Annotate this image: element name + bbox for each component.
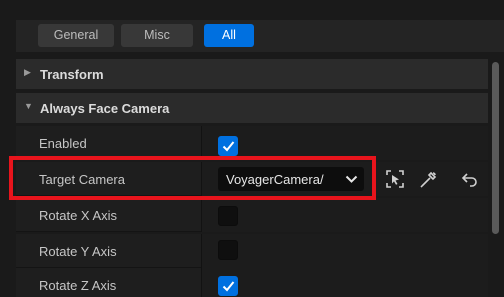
section-transform-header[interactable]: ▶ Transform — [16, 59, 488, 89]
property-row-rotate-y: Rotate Y Axis — [16, 234, 488, 268]
property-value-cell — [202, 268, 488, 297]
property-value-cell — [202, 198, 488, 232]
triangle-right-icon: ▶ — [24, 67, 31, 77]
tab-general[interactable]: General — [38, 24, 114, 47]
filter-tab-bar: General Misc All — [16, 20, 504, 52]
rotate-x-checkbox[interactable] — [218, 206, 238, 226]
reset-arrow-icon[interactable] — [460, 169, 482, 191]
tab-all[interactable]: All — [204, 24, 254, 47]
pick-target-icon[interactable] — [384, 168, 406, 190]
triangle-down-icon: ▼ — [24, 101, 33, 111]
highlight-box — [9, 156, 376, 200]
details-panel: General Misc All ▶ Transform ▼ Always Fa… — [0, 0, 504, 297]
property-value-cell — [202, 234, 488, 268]
tab-misc[interactable]: Misc — [121, 24, 193, 47]
eyedropper-icon[interactable] — [418, 168, 440, 190]
property-label: Enabled — [39, 136, 87, 151]
property-label: Rotate X Axis — [39, 208, 118, 223]
scrollbar-thumb[interactable] — [492, 62, 499, 234]
check-icon — [222, 281, 235, 292]
section-title: Always Face Camera — [40, 101, 170, 116]
property-row-enabled: Enabled — [16, 126, 488, 160]
property-value-cell — [202, 126, 488, 160]
property-row-rotate-z: Rotate Z Axis — [16, 268, 488, 297]
check-icon — [222, 141, 235, 152]
property-label: Rotate Y Axis — [39, 244, 117, 259]
section-always-face-camera-header[interactable]: ▼ Always Face Camera — [16, 93, 488, 123]
enabled-checkbox[interactable] — [218, 136, 238, 156]
property-row-rotate-x: Rotate X Axis — [16, 198, 488, 232]
section-title: Transform — [40, 67, 104, 82]
property-label: Rotate Z Axis — [39, 278, 117, 293]
rotate-y-checkbox[interactable] — [218, 240, 238, 260]
rotate-z-checkbox[interactable] — [218, 276, 238, 296]
